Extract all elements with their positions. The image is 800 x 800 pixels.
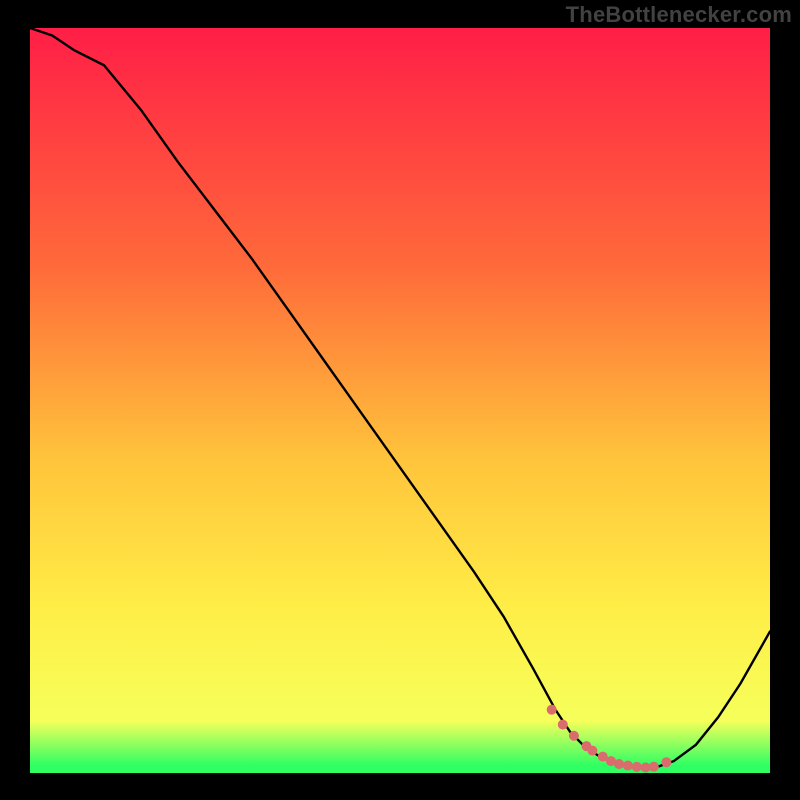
- optimal-marker: [558, 720, 568, 730]
- plot-gradient-background: [30, 28, 770, 773]
- optimal-marker: [614, 759, 624, 769]
- chart-frame: { "watermark": { "text": "TheBottlenecke…: [0, 0, 800, 800]
- optimal-marker: [632, 762, 642, 772]
- optimal-marker: [587, 746, 597, 756]
- bottleneck-chart: [0, 0, 800, 800]
- optimal-marker: [569, 731, 579, 741]
- optimal-marker: [623, 761, 633, 771]
- optimal-marker: [649, 762, 659, 772]
- optimal-marker: [547, 705, 557, 715]
- watermark-text: TheBottlenecker.com: [566, 2, 792, 28]
- optimal-marker: [661, 757, 671, 767]
